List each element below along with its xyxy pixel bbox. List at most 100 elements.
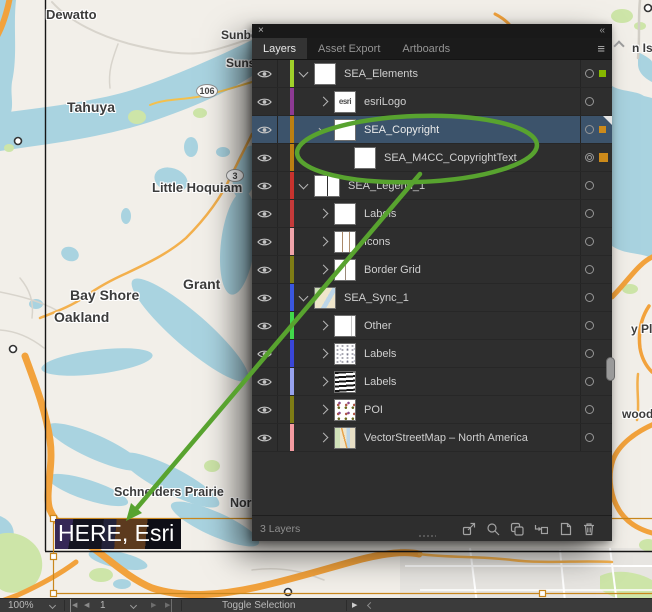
panel-titlebar[interactable]: × « xyxy=(252,24,612,38)
close-icon[interactable]: × xyxy=(258,24,264,37)
layer-thumbnail[interactable] xyxy=(334,231,356,253)
layer-name[interactable]: Border Grid xyxy=(364,264,421,276)
layer-target-cell[interactable] xyxy=(580,424,612,451)
layer-thumbnail[interactable] xyxy=(354,147,376,169)
lock-toggle[interactable] xyxy=(278,88,290,115)
collapse-panel-icon[interactable]: « xyxy=(599,24,604,37)
layer-name[interactable]: Labels xyxy=(364,208,396,220)
layer-name[interactable]: SEA_Legend_1 xyxy=(348,180,425,192)
expand-chevron-icon[interactable] xyxy=(319,209,329,219)
layer-name[interactable]: Labels xyxy=(364,348,396,360)
lock-toggle[interactable] xyxy=(278,172,290,199)
layer-row[interactable]: VectorStreetMap – North America xyxy=(252,424,612,452)
lock-toggle[interactable] xyxy=(278,116,290,143)
layer-row[interactable]: SEA_Sync_1 xyxy=(252,284,612,312)
layer-name[interactable]: VectorStreetMap – North America xyxy=(364,432,528,444)
status-display[interactable]: Toggle Selection xyxy=(222,599,295,612)
last-artboard-button[interactable]: ▶ xyxy=(165,599,172,612)
lock-toggle[interactable] xyxy=(278,144,290,171)
expand-chevron-icon[interactable] xyxy=(319,123,329,133)
target-circle-icon[interactable] xyxy=(585,153,594,162)
layer-thumbnail[interactable] xyxy=(334,343,356,365)
layer-thumbnail[interactable] xyxy=(334,371,356,393)
visibility-toggle[interactable] xyxy=(252,256,278,283)
lock-toggle[interactable] xyxy=(278,284,290,311)
layer-target-cell[interactable] xyxy=(580,200,612,227)
target-circle-icon[interactable] xyxy=(585,125,594,134)
visibility-toggle[interactable] xyxy=(252,200,278,227)
visibility-toggle[interactable] xyxy=(252,144,278,171)
layer-target-cell[interactable] xyxy=(580,116,612,143)
layer-row[interactable]: SEA_Copyright xyxy=(252,116,612,144)
next-artboard-button[interactable]: ▶ xyxy=(151,599,156,612)
layer-thumbnail[interactable] xyxy=(334,315,356,337)
visibility-toggle[interactable] xyxy=(252,172,278,199)
expand-chevron-icon[interactable] xyxy=(299,291,309,301)
lock-toggle[interactable] xyxy=(278,60,290,87)
layer-target-cell[interactable] xyxy=(580,284,612,311)
copyright-text-object[interactable]: HERE, Esri xyxy=(55,519,181,549)
layer-target-cell[interactable] xyxy=(580,312,612,339)
target-circle-icon[interactable] xyxy=(585,265,594,274)
layer-target-cell[interactable] xyxy=(580,172,612,199)
layer-name[interactable]: Icons xyxy=(364,236,390,248)
visibility-toggle[interactable] xyxy=(252,312,278,339)
target-circle-icon[interactable] xyxy=(585,321,594,330)
expand-chevron-icon[interactable] xyxy=(319,97,329,107)
visibility-toggle[interactable] xyxy=(252,368,278,395)
panel-resize-grip[interactable] xyxy=(418,534,436,538)
layer-target-cell[interactable] xyxy=(580,228,612,255)
target-circle-icon[interactable] xyxy=(585,237,594,246)
layer-row[interactable]: Labels xyxy=(252,368,612,396)
layer-target-cell[interactable] xyxy=(580,60,612,87)
visibility-toggle[interactable] xyxy=(252,284,278,311)
layer-target-cell[interactable] xyxy=(580,256,612,283)
layer-name[interactable]: Other xyxy=(364,320,392,332)
layer-name[interactable]: SEA_M4CC_CopyrightText xyxy=(384,152,517,164)
layer-name[interactable]: POI xyxy=(364,404,383,416)
target-circle-icon[interactable] xyxy=(585,97,594,106)
layer-row[interactable]: POI xyxy=(252,396,612,424)
layer-name[interactable]: SEA_Elements xyxy=(344,68,418,80)
layer-thumbnail[interactable]: esri xyxy=(334,91,356,113)
expand-chevron-icon[interactable] xyxy=(319,405,329,415)
layer-name[interactable]: Labels xyxy=(364,376,396,388)
layer-thumbnail[interactable] xyxy=(334,119,356,141)
layer-row[interactable]: Labels xyxy=(252,200,612,228)
target-circle-icon[interactable] xyxy=(585,69,594,78)
layer-thumbnail[interactable] xyxy=(314,63,336,85)
visibility-toggle[interactable] xyxy=(252,340,278,367)
visibility-toggle[interactable] xyxy=(252,424,278,451)
target-circle-icon[interactable] xyxy=(585,433,594,442)
dock-scrollbar[interactable] xyxy=(606,357,615,381)
panel-menu-icon[interactable]: ≡ xyxy=(597,41,605,56)
expand-chevron-icon[interactable] xyxy=(319,265,329,275)
tab-layers[interactable]: Layers xyxy=(252,38,307,59)
expand-chevron-icon[interactable] xyxy=(319,433,329,443)
expand-chevron-icon[interactable] xyxy=(319,349,329,359)
new-sublayer-icon[interactable] xyxy=(534,522,548,536)
layer-thumbnail[interactable] xyxy=(334,427,356,449)
target-circle-icon[interactable] xyxy=(585,293,594,302)
visibility-toggle[interactable] xyxy=(252,228,278,255)
new-layer-icon[interactable] xyxy=(558,522,572,536)
locate-object-icon[interactable] xyxy=(486,522,500,536)
layer-row[interactable]: Labels xyxy=(252,340,612,368)
layer-row[interactable]: SEA_Elements xyxy=(252,60,612,88)
layer-thumbnail[interactable] xyxy=(334,259,356,281)
layer-thumbnail[interactable] xyxy=(334,399,356,421)
zoom-dropdown-icon[interactable] xyxy=(49,602,56,609)
target-circle-icon[interactable] xyxy=(585,377,594,386)
lock-toggle[interactable] xyxy=(278,424,290,451)
layer-name[interactable]: esriLogo xyxy=(364,96,406,108)
target-circle-icon[interactable] xyxy=(585,209,594,218)
lock-toggle[interactable] xyxy=(278,256,290,283)
visibility-toggle[interactable] xyxy=(252,116,278,143)
layer-name[interactable]: SEA_Copyright xyxy=(364,124,439,136)
tab-asset-export[interactable]: Asset Export xyxy=(307,38,391,59)
previous-artboard-button[interactable]: ◀ xyxy=(84,599,89,612)
target-circle-icon[interactable] xyxy=(585,405,594,414)
status-back-icon[interactable] xyxy=(367,602,374,609)
layer-row[interactable]: Other xyxy=(252,312,612,340)
expand-chevron-icon[interactable] xyxy=(319,377,329,387)
